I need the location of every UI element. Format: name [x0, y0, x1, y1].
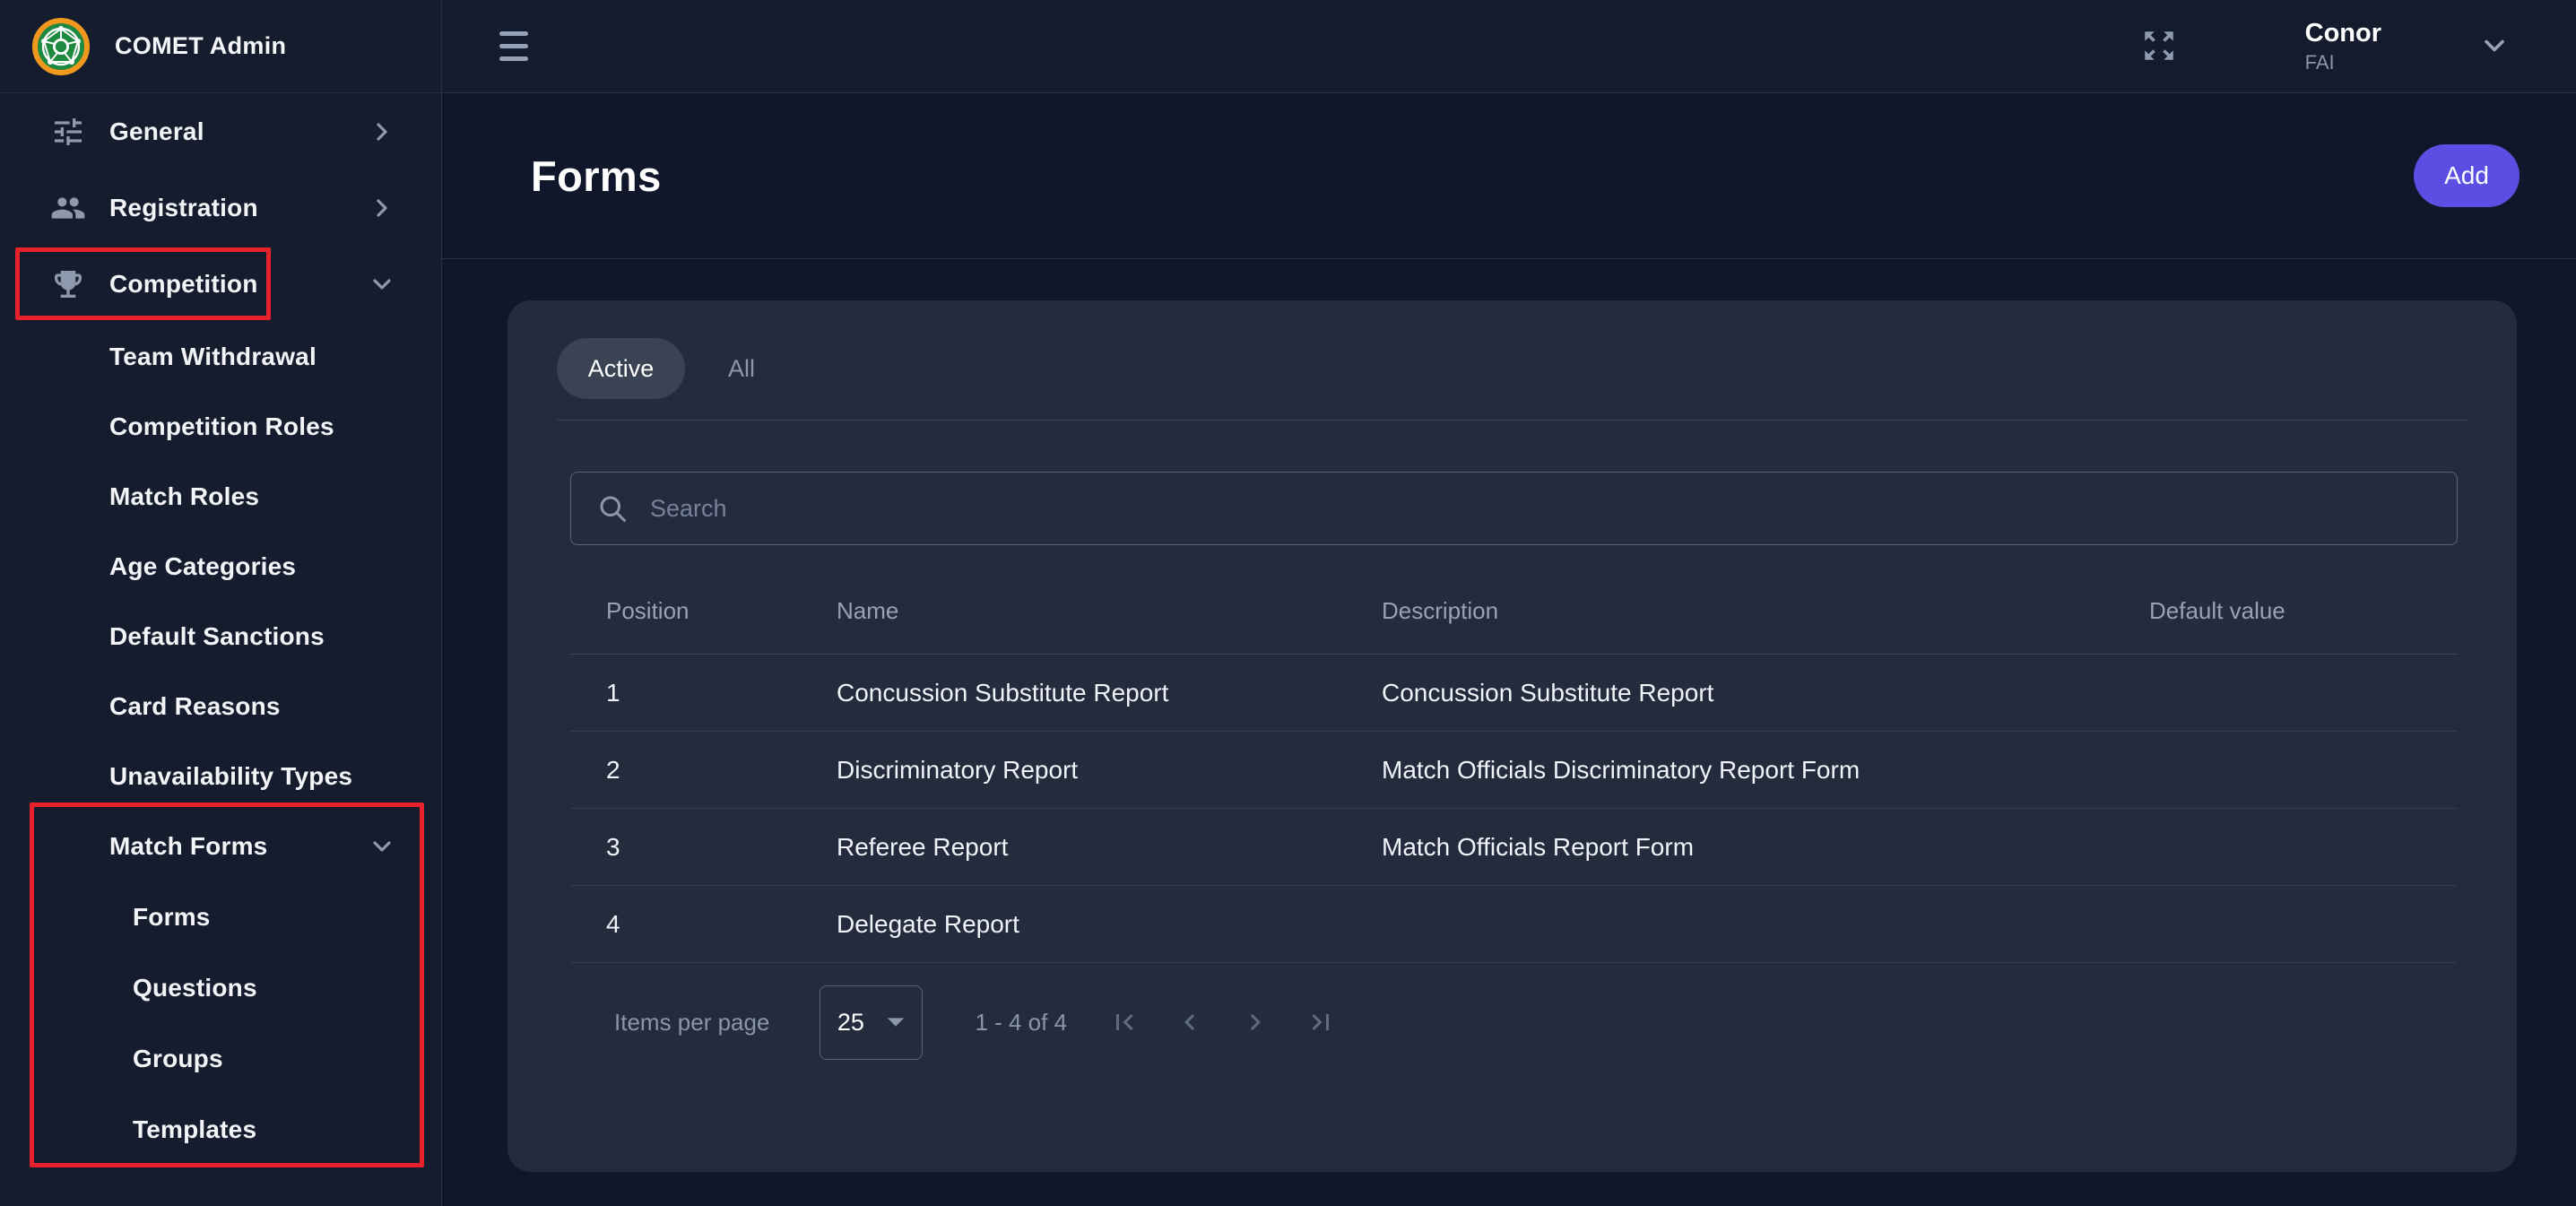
page-size-value: 25 — [837, 1009, 864, 1037]
cell-name: Delegate Report — [837, 910, 1382, 939]
items-per-page-label: Items per page — [614, 1009, 769, 1037]
brand: COMET Admin — [0, 0, 441, 93]
user-name: Conor — [2305, 19, 2381, 48]
sidebar-nav: General Registration Competition Team Wi… — [0, 93, 441, 1165]
cell-name: Discriminatory Report — [837, 756, 1382, 785]
people-icon — [50, 190, 86, 226]
chevron-down-icon[interactable] — [2478, 30, 2511, 62]
topbar: Conor FAI — [442, 0, 2576, 93]
chevron-down-icon — [368, 270, 396, 299]
search-input[interactable] — [648, 494, 2439, 524]
sidebar-item-competition[interactable]: Competition — [0, 246, 441, 322]
search-icon — [596, 492, 629, 525]
sidebar-item-label: Templates — [133, 1115, 256, 1144]
sidebar-item-general[interactable]: General — [0, 93, 441, 169]
table-row[interactable]: 4 Delegate Report — [570, 886, 2458, 963]
chevron-down-icon — [368, 832, 396, 861]
sidebar-item-default-sanctions[interactable]: Default Sanctions — [0, 602, 441, 672]
sidebar-item-registration[interactable]: Registration — [0, 169, 441, 246]
next-page-icon[interactable] — [1239, 1006, 1271, 1038]
sidebar-item-label: Unavailability Types — [109, 762, 352, 791]
menu-toggle-icon[interactable] — [499, 31, 528, 61]
main-content: Forms Add Active All Position Name Descr… — [442, 93, 2576, 1206]
sidebar-item-templates[interactable]: Templates — [0, 1094, 441, 1165]
user-menu[interactable]: Conor FAI — [2305, 19, 2381, 74]
sidebar-item-questions[interactable]: Questions — [0, 952, 441, 1023]
sidebar-item-label: Competition — [109, 270, 258, 299]
chevron-right-icon — [368, 117, 396, 146]
sidebar-item-label: Questions — [133, 974, 257, 1002]
first-page-icon[interactable] — [1108, 1006, 1141, 1038]
cell-description: Match Officials Discriminatory Report Fo… — [1382, 756, 2149, 785]
sidebar-item-card-reasons[interactable]: Card Reasons — [0, 672, 441, 742]
chevron-right-icon — [368, 194, 396, 222]
sidebar-item-match-roles[interactable]: Match Roles — [0, 462, 441, 532]
sidebar-item-unavailability-types[interactable]: Unavailability Types — [0, 742, 441, 811]
sidebar-item-label: Forms — [133, 903, 211, 932]
tab-all[interactable]: All — [717, 355, 766, 383]
cell-position: 1 — [570, 679, 837, 707]
sidebar-item-age-categories[interactable]: Age Categories — [0, 532, 441, 602]
sidebar-item-label: Card Reasons — [109, 692, 281, 721]
sidebar-item-label: Age Categories — [109, 552, 296, 581]
cell-description: Concussion Substitute Report — [1382, 679, 2149, 707]
forms-card: Active All Position Name Description Def… — [507, 300, 2517, 1172]
cell-name: Concussion Substitute Report — [837, 679, 1382, 707]
forms-table: Position Name Description Default value … — [570, 568, 2458, 963]
sidebar-item-label: Groups — [133, 1045, 223, 1073]
sidebar-item-label: Match Roles — [109, 482, 259, 511]
add-button[interactable]: Add — [2414, 144, 2520, 207]
tab-active[interactable]: Active — [557, 338, 685, 399]
trophy-icon — [50, 266, 86, 302]
sidebar-item-label: Registration — [109, 194, 258, 222]
tabs: Active All — [507, 300, 2517, 399]
page-size-select[interactable]: 25 — [820, 985, 923, 1060]
sidebar-item-label: General — [109, 117, 204, 146]
table-row[interactable]: 1 Concussion Substitute Report Concussio… — [570, 655, 2458, 732]
column-header-position: Position — [570, 597, 837, 625]
cell-position: 3 — [570, 833, 837, 862]
sidebar-item-label: Match Forms — [109, 832, 267, 861]
page-title: Forms — [531, 152, 662, 201]
comet-logo-icon — [32, 18, 90, 75]
cell-position: 2 — [570, 756, 837, 785]
paginator: Items per page 25 1 - 4 of 4 — [570, 963, 2458, 1081]
sidebar: COMET Admin General Registration Competi… — [0, 0, 442, 1206]
sidebar-item-label: Default Sanctions — [109, 622, 325, 651]
tabs-divider — [557, 420, 2468, 421]
sidebar-item-competition-roles[interactable]: Competition Roles — [0, 392, 441, 462]
last-page-icon[interactable] — [1305, 1006, 1337, 1038]
page-header: Forms Add — [442, 93, 2576, 259]
sidebar-item-match-forms[interactable]: Match Forms — [0, 811, 441, 881]
table-row[interactable]: 2 Discriminatory Report Match Officials … — [570, 732, 2458, 809]
fullscreen-icon[interactable] — [2140, 27, 2178, 65]
topbar-right: Conor FAI — [2140, 19, 2511, 74]
app-root: COMET Admin General Registration Competi… — [0, 0, 2576, 1206]
sidebar-item-label: Competition Roles — [109, 412, 334, 441]
tune-icon — [50, 114, 86, 150]
table-header-row: Position Name Description Default value — [570, 568, 2458, 655]
pagination-controls — [1108, 1006, 1337, 1038]
search-bar[interactable] — [570, 472, 2458, 545]
column-header-default-value: Default value — [2149, 597, 2458, 625]
column-header-description: Description — [1382, 597, 2149, 625]
sidebar-item-team-withdrawal[interactable]: Team Withdrawal — [0, 322, 441, 392]
previous-page-icon[interactable] — [1174, 1006, 1206, 1038]
user-organization: FAI — [2305, 51, 2381, 74]
brand-title: COMET Admin — [115, 32, 286, 60]
page-range-label: 1 - 4 of 4 — [975, 1009, 1067, 1037]
table-row[interactable]: 3 Referee Report Match Officials Report … — [570, 809, 2458, 886]
cell-name: Referee Report — [837, 833, 1382, 862]
sidebar-item-forms[interactable]: Forms — [0, 881, 441, 952]
column-header-name: Name — [837, 597, 1382, 625]
cell-description: Match Officials Report Form — [1382, 833, 2149, 862]
cell-position: 4 — [570, 910, 837, 939]
sidebar-item-label: Team Withdrawal — [109, 343, 317, 371]
sidebar-item-groups[interactable]: Groups — [0, 1023, 441, 1094]
caret-down-icon — [886, 1016, 906, 1028]
